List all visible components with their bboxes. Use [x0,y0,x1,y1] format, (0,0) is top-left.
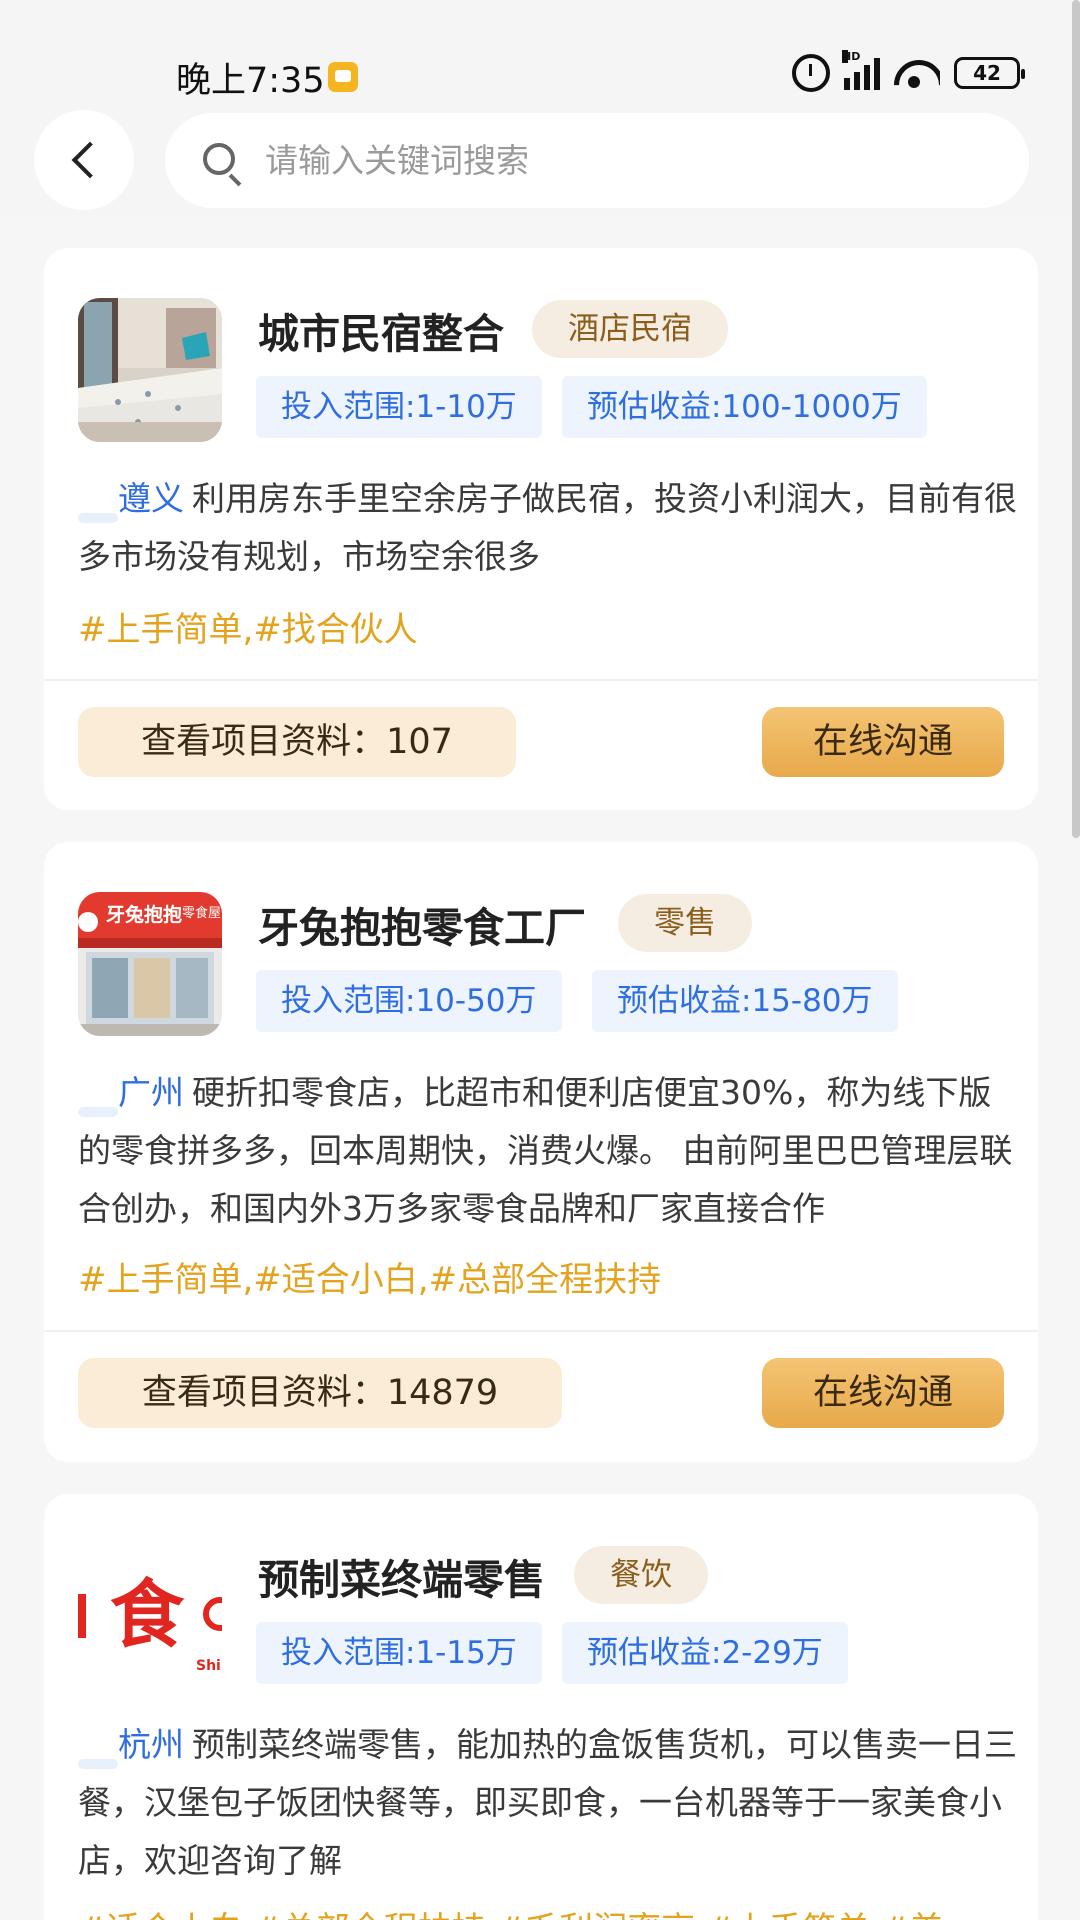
invest-range-chip: 投入范围:1-15万 [256,1622,542,1684]
status-time: 晚上7:35 [176,61,325,101]
project-title: 预制菜终端零售 [258,1556,545,1604]
thumb-brand-text: 牙兔抱抱 [106,904,183,926]
wifi-icon [894,56,940,90]
project-description: 广州 硬折扣零食店，比超市和便利店便宜30%，称为线下版的零食拼多多，回本周期快，… [78,1064,1018,1238]
card-divider [44,1330,1038,1332]
signal-hd-label: HD [842,50,861,63]
invest-range-chip: 投入范围:10-50万 [256,970,562,1032]
hashtags: #上手简单,#找合伙人 [78,610,418,650]
alarm-icon [792,54,830,92]
header [0,110,1080,218]
est-income-chip: 预估收益:100-1000万 [562,376,927,438]
category-tag: 餐饮 [574,1546,708,1604]
description-text: 硬折扣零食店，比超市和便利店便宜30%，称为线下版的零食拼多多，回本周期快，消费… [78,1073,1013,1228]
signal-icon: HD [842,50,880,90]
status-bar: 晚上7:35 HD 42 [0,0,1080,110]
bedroom-image [78,298,222,442]
project-card[interactable]: 食 Shi 预制菜终端零售 餐饮 投入范围:1-15万 预估收益:2-29万 杭… [44,1494,1038,1920]
battery-icon: 42 [954,57,1025,89]
chat-online-button[interactable]: 在线沟通 [762,1358,1004,1428]
project-card[interactable]: 牙兔抱抱 零食屋 牙兔抱抱零食工厂 零售 投入范围:10-50万 预估收益:15… [44,842,1038,1462]
project-thumbnail[interactable]: 牙兔抱抱 零食屋 [78,892,222,1036]
project-description: 遵义 利用房东手里空余房子做民宿，投资小利润大，目前有很多市场没有规划，市场空余很… [78,470,1018,586]
city-label: 杭州 [78,1725,184,1764]
description-text: 预制菜终端零售，能加热的盒饭售货机，可以售卖一日三餐，汉堡包子饭团快餐等，即买即… [78,1725,1017,1880]
description-text: 利用房东手里空余房子做民宿，投资小利润大，目前有很多市场没有规划，市场空余很多 [78,479,1017,576]
notification-app-icon [328,62,358,92]
back-button[interactable] [34,110,134,210]
search-icon [203,143,235,175]
status-icons: HD 42 [792,50,1025,92]
card-divider [44,679,1038,681]
project-thumbnail[interactable]: 食 Shi [78,1544,222,1688]
hashtags: #适合小白,#总部全程扶持,#毛利润率高,#上手简单,#美 [78,1902,1038,1920]
project-thumbnail[interactable] [78,298,222,442]
project-description: 杭州 预制菜终端零售，能加热的盒饭售货机，可以售卖一日三餐，汉堡包子饭团快餐等，即… [78,1716,1018,1890]
thumb-brand-subtext: 零食屋 [182,906,222,921]
est-income-chip: 预估收益:2-29万 [562,1622,848,1684]
hashtags: #上手简单,#适合小白,#总部全程扶持 [78,1260,662,1300]
search-box[interactable] [165,113,1029,208]
scrollbar[interactable] [1072,0,1080,838]
city-label: 广州 [78,1073,184,1112]
project-title: 城市民宿整合 [258,310,504,358]
city-label: 遵义 [78,479,184,518]
category-tag: 酒店民宿 [532,300,728,358]
chat-online-button[interactable]: 在线沟通 [762,707,1004,777]
view-materials-button[interactable]: 查看项目资料：107 [78,707,516,777]
project-title: 牙兔抱抱零食工厂 [258,904,586,952]
category-tag: 零售 [618,894,752,952]
est-income-chip: 预估收益:15-80万 [592,970,898,1032]
thumb-logo-char: 食 [110,1572,184,1658]
invest-range-chip: 投入范围:1-10万 [256,376,542,438]
thumb-logo-subtext: Shi [196,1658,221,1674]
project-card[interactable]: 城市民宿整合 酒店民宿 投入范围:1-10万 预估收益:100-1000万 遵义… [44,248,1038,810]
search-input[interactable] [265,113,1005,208]
view-materials-button[interactable]: 查看项目资料：14879 [78,1358,562,1428]
battery-level: 42 [973,61,1001,85]
